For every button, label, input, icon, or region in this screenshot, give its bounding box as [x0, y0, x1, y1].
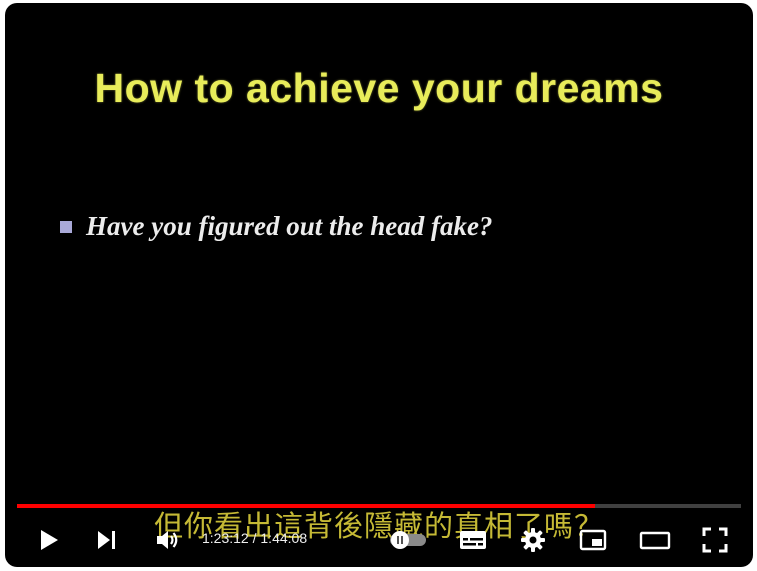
- theater-mode-icon: [639, 531, 671, 550]
- video-player[interactable]: How to achieve your dreams Have you figu…: [5, 3, 753, 567]
- theater-mode-button[interactable]: [631, 517, 679, 563]
- bullet-square-icon: [60, 220, 72, 233]
- subtitles-button[interactable]: [451, 517, 495, 563]
- fullscreen-button[interactable]: [693, 517, 737, 563]
- miniplayer-button[interactable]: [571, 517, 615, 563]
- duration: 1:44:08: [260, 530, 308, 546]
- miniplayer-icon: [579, 529, 607, 551]
- mute-button[interactable]: [148, 517, 188, 563]
- autoplay-toggle-icon: [390, 531, 426, 549]
- play-icon: [41, 530, 58, 550]
- slide-title: How to achieve your dreams: [94, 65, 664, 111]
- subtitles-icon: [460, 531, 486, 549]
- fullscreen-icon: [702, 527, 728, 553]
- play-button[interactable]: [31, 517, 67, 563]
- settings-button[interactable]: [511, 517, 555, 563]
- time-separator: /: [248, 530, 261, 546]
- current-time: 1:23:12: [202, 530, 249, 546]
- autoplay-toggle[interactable]: [385, 517, 431, 563]
- slide-bullet: Have you figured out the head fake?: [60, 211, 492, 242]
- next-icon: [98, 531, 115, 549]
- volume-icon: [157, 531, 178, 549]
- time-display: 1:23:12 / 1:44:08: [202, 530, 307, 546]
- next-button[interactable]: [89, 517, 125, 563]
- settings-gear-icon: [521, 528, 545, 552]
- player-controls: 1:23:12 / 1:44:08: [5, 517, 753, 563]
- slide-bullet-text: Have you figured out the head fake?: [86, 211, 493, 241]
